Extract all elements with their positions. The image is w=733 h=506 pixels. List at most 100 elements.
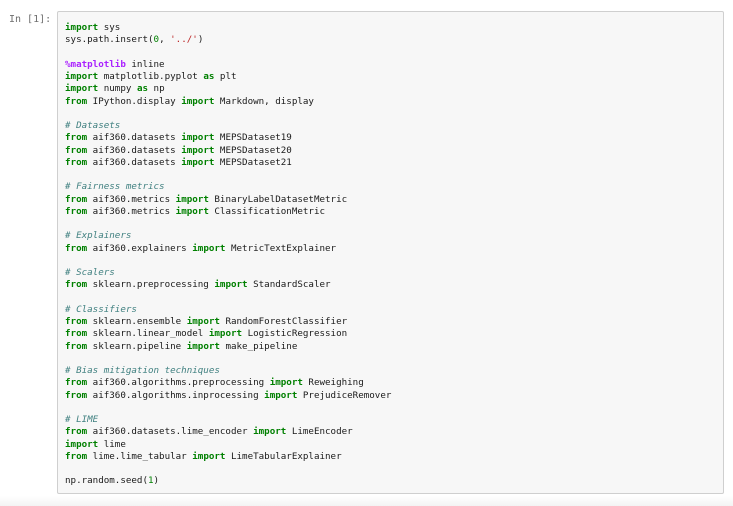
code-line: # Bias mitigation techniques: [65, 365, 723, 377]
code-token: from: [65, 95, 88, 107]
code-token: # Explainers: [65, 230, 132, 242]
code-line: from aif360.explainers import MetricText…: [65, 243, 723, 255]
code-token: # Fairness metrics: [65, 181, 165, 193]
code-token: sys: [98, 22, 121, 33]
code-token: aif360.datasets: [87, 144, 182, 156]
code-token: Markdown, display: [214, 95, 314, 107]
code-line: import lime: [65, 439, 723, 451]
code-token: # Scalers: [65, 267, 115, 278]
code-token: # Datasets: [65, 120, 121, 131]
code-line: # Classifiers: [65, 304, 723, 316]
code-token: aif360.explainers: [87, 242, 193, 254]
code-token: aif360.algorithms.preprocessing: [87, 377, 270, 389]
code-line: # Fairness metrics: [65, 181, 723, 193]
code-token: IPython.display: [87, 95, 182, 107]
code-token: from: [65, 144, 88, 156]
code-token: from: [65, 132, 88, 144]
code-token: lime: [98, 438, 126, 450]
code-token: import: [65, 83, 99, 95]
code-line: from sklearn.linear_model import Logisti…: [65, 328, 723, 340]
code-token: from: [65, 205, 88, 217]
code-line: np.random.seed(1): [65, 475, 723, 487]
code-token: from: [65, 316, 88, 327]
code-token: sklearn.linear_model: [87, 328, 209, 340]
code-token: inline: [125, 58, 165, 70]
code-token: matplotlib.pyplot: [98, 71, 204, 82]
code-token: # Bias mitigation techniques: [65, 365, 220, 376]
code-line: import numpy as np: [65, 83, 723, 95]
code-token: import: [264, 389, 298, 401]
code-line: from aif360.algorithms.preprocessing imp…: [65, 377, 723, 389]
code-token: aif360.metrics: [87, 193, 176, 205]
code-token: import: [253, 426, 287, 438]
code-token: import: [192, 450, 226, 462]
code-token: as: [203, 71, 215, 82]
code-token: import: [65, 71, 99, 82]
notebook-page: In [1]: import sys sys.path.insert(0, '..…: [0, 0, 733, 506]
code-token: %matplotlib: [65, 58, 126, 70]
code-token: # LIME: [65, 414, 99, 425]
code-token: from: [65, 377, 88, 389]
code-token: import: [175, 205, 209, 217]
code-token: MEPSDataset21: [214, 156, 292, 168]
code-line: from aif360.datasets import MEPSDataset2…: [65, 157, 723, 169]
code-line: # Explainers: [65, 230, 723, 242]
code-line: from IPython.display import Markdown, di…: [65, 96, 723, 108]
code-token: ): [153, 475, 160, 487]
code-token: Reweighing: [302, 377, 364, 389]
code-line: from sklearn.pipeline import make_pipeli…: [65, 341, 723, 353]
code-token: from: [65, 242, 88, 254]
code-token: import: [181, 132, 215, 144]
code-token: aif360.metrics: [87, 205, 176, 217]
code-token: import: [175, 193, 209, 205]
code-token: np.random.seed(: [65, 475, 148, 487]
code-token: from: [65, 340, 88, 352]
code-line: from aif360.metrics import Classificatio…: [65, 206, 723, 218]
code-token: from: [65, 389, 88, 401]
code-token: aif360.datasets.lime_encoder: [87, 426, 254, 438]
code-line: from lime.lime_tabular import LimeTabula…: [65, 451, 723, 463]
code-token: import: [186, 316, 220, 327]
code-token: import: [181, 156, 215, 168]
code-token: import: [181, 144, 215, 156]
code-token: from: [65, 450, 88, 462]
code-line: import sys: [65, 22, 723, 34]
code-token: MEPSDataset20: [214, 144, 292, 156]
code-line: from aif360.algorithms.inprocessing impo…: [65, 390, 723, 402]
code-token: LimeEncoder: [286, 426, 353, 438]
code-token: from: [65, 426, 88, 438]
code-token: LogisticRegression: [242, 328, 348, 340]
code-token: import: [269, 377, 303, 389]
code-token: import: [65, 438, 99, 450]
code-line: # LIME: [65, 414, 723, 426]
code-cell[interactable]: import sys sys.path.insert(0, '../') %matp…: [57, 11, 724, 494]
code-token: # Classifiers: [65, 303, 137, 315]
code-line: from aif360.datasets import MEPSDataset2…: [65, 145, 723, 157]
code-token: ,: [159, 34, 171, 46]
code-line: from sklearn.ensemble import RandomFores…: [65, 316, 723, 328]
code-token: numpy: [98, 83, 137, 95]
code-token: import: [214, 279, 248, 291]
code-line: # Scalers: [65, 267, 723, 279]
code-token: LimeTabularExplainer: [225, 450, 342, 462]
code-line: %matplotlib inline: [65, 59, 723, 71]
code-token: as: [136, 83, 149, 95]
code-token: aif360.algorithms.inprocessing: [87, 389, 265, 401]
code-token: sys.path.insert(: [65, 34, 154, 46]
code-token: PrejudiceRemover: [297, 389, 392, 401]
code-token: aif360.datasets: [87, 156, 182, 168]
code-token: import: [181, 95, 215, 107]
code-token: make_pipeline: [219, 340, 298, 352]
code-editor[interactable]: import sys sys.path.insert(0, '../') %matp…: [58, 12, 723, 488]
input-prompt: In [1]:: [9, 14, 52, 25]
code-token: from: [65, 193, 88, 205]
code-token: import: [208, 328, 243, 340]
page-bottom-divider: [0, 496, 733, 506]
code-token: RandomForestClassifier: [219, 316, 348, 327]
code-token: sklearn.preprocessing: [87, 279, 215, 291]
